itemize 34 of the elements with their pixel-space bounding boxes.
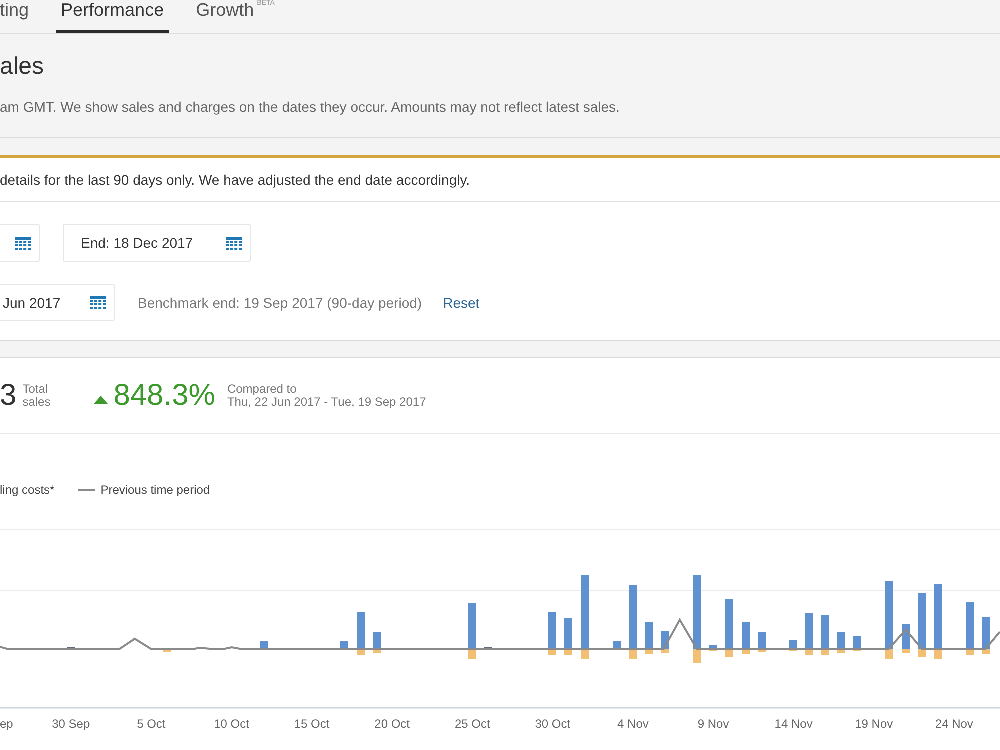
legend-line-icon (78, 489, 95, 491)
reset-link[interactable]: Reset (443, 294, 480, 310)
axis-label: 19 Nov (854, 717, 894, 731)
axis-label: ep (0, 717, 14, 731)
legend-label: Previous time period (100, 483, 210, 497)
benchmark-start-field[interactable]: Jun 2017 (0, 284, 115, 321)
axis-label: 24 Nov (934, 717, 974, 731)
nav-tab[interactable]: Performance (56, 0, 170, 33)
legend-label: ling costs* (0, 483, 55, 497)
axis-label: 10 Oct (213, 717, 250, 731)
axis-label: 25 Oct (454, 717, 492, 731)
calendar-icon (90, 296, 106, 309)
alert-message: details for the last 90 days only. We have adjusted the end date accordingly. (0, 172, 470, 188)
benchmark-end-text: Benchmark end: 19 Sep 2017 (90-day period) (138, 294, 422, 310)
axis-label: 30 Oct (534, 717, 572, 731)
calendar-icon (226, 236, 242, 250)
page-note: am GMT. We show sales and charges on the dates they occur. Amounts may not reflect latest sales. (0, 99, 621, 115)
total-sales-label: Total sales (22, 382, 52, 408)
page-title: ales (0, 53, 46, 81)
axis-label: 5 Oct (136, 717, 167, 731)
axis-label: 30 Sep (51, 717, 92, 731)
axis-label: 9 Nov (696, 717, 730, 731)
axis-label: 4 Nov (616, 717, 650, 731)
comparison-date-range: Thu, 22 Jun 2017 - Tue, 19 Sep 2017 (227, 396, 426, 408)
axis-label: 20 Oct (374, 717, 412, 731)
axis-label: 15 Oct (293, 717, 331, 731)
total-sales-value: 3 (0, 378, 17, 412)
axis-label: 14 Nov (774, 717, 814, 731)
end-date-field[interactable]: End: 18 Dec 2017 (63, 224, 251, 262)
sales-change-percent: 848.3% (114, 378, 216, 412)
calendar-icon (15, 236, 31, 250)
comparison-label: Compared to (227, 382, 298, 396)
nav-tab[interactable]: ting (0, 0, 34, 33)
start-date-field[interactable] (0, 224, 40, 262)
